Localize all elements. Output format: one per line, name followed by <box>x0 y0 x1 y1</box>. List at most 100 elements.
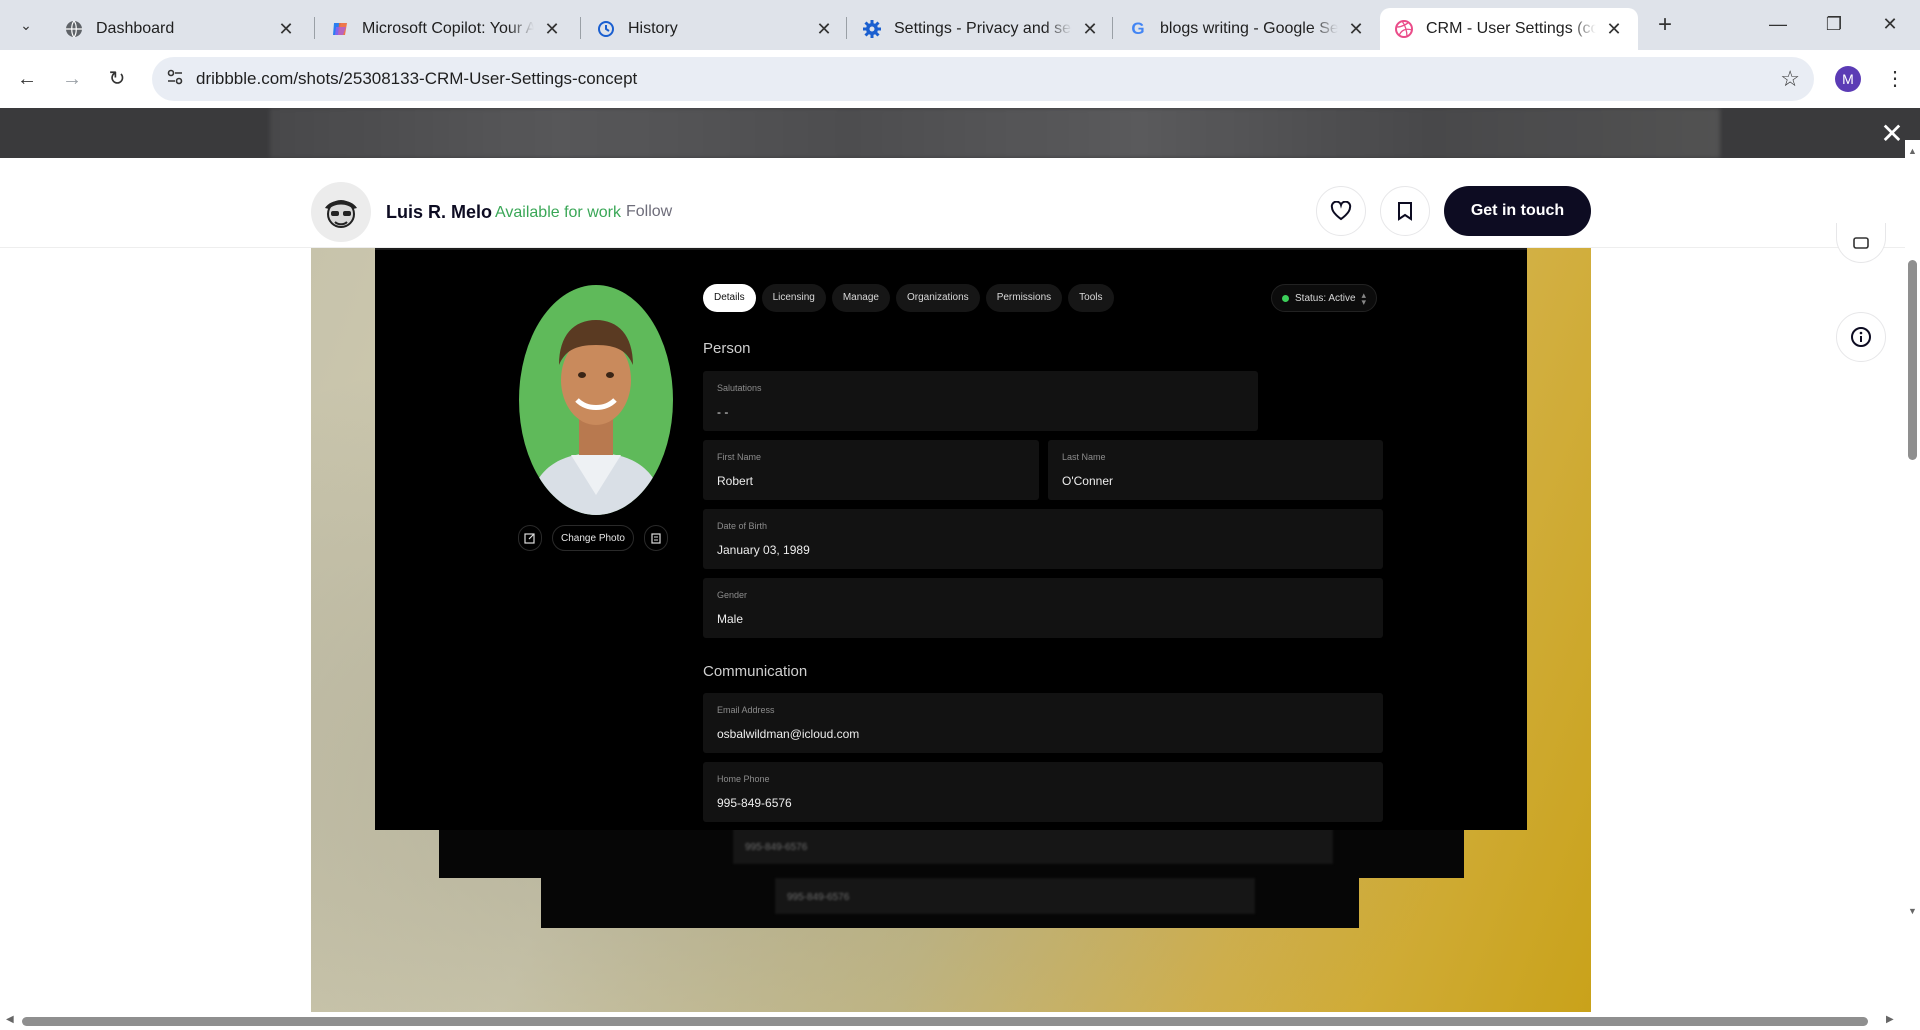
collections-button[interactable] <box>1836 223 1886 263</box>
field-value: January 03, 1989 <box>717 543 810 557</box>
section-title-person: Person <box>703 340 751 357</box>
bookmark-icon <box>1398 202 1412 221</box>
tab-crm-user-settings[interactable]: CRM - User Settings (concept) ✕ <box>1380 8 1638 50</box>
field-label: Last Name <box>1062 452 1106 462</box>
tab-strip: ⌄ Dashboard ✕ Microsoft Copilot: Your AI… <box>0 0 1920 50</box>
shot-details-button[interactable] <box>1836 312 1886 362</box>
back-icon[interactable]: ← <box>10 62 44 96</box>
close-tab-icon[interactable]: ✕ <box>1346 19 1366 39</box>
crm-tab-organizations[interactable]: Organizations <box>895 284 980 312</box>
scroll-down-icon[interactable]: ▼ <box>1907 906 1918 916</box>
bookmark-star-icon[interactable]: ☆ <box>1780 66 1800 92</box>
salutations-field[interactable]: Salutations - - <box>703 371 1258 431</box>
crm-tab-details[interactable]: Details <box>703 284 756 312</box>
tab-label: Settings - Privacy and security <box>894 20 1072 37</box>
modal-backdrop[interactable]: ✕ <box>0 108 1920 158</box>
address-bar[interactable]: dribbble.com/shots/25308133-CRM-User-Set… <box>152 57 1814 101</box>
close-tab-icon[interactable]: ✕ <box>542 19 562 39</box>
ghost-field-value: 995-849-6576 <box>787 892 850 903</box>
close-tab-icon[interactable]: ✕ <box>1604 19 1624 39</box>
designer-avatar[interactable] <box>311 182 371 242</box>
change-photo-button[interactable]: Change Photo <box>552 525 634 551</box>
profile-avatar[interactable]: M <box>1835 66 1861 92</box>
availability-badge[interactable]: Available for work <box>495 204 621 222</box>
status-select[interactable]: Status: Active ▴ ▾ <box>1271 284 1377 312</box>
scrollbar-thumb[interactable] <box>22 1017 1868 1026</box>
reload-icon[interactable]: ↻ <box>100 62 134 96</box>
gender-field[interactable]: Gender Male <box>703 578 1383 638</box>
close-icon[interactable]: ✕ <box>1878 120 1906 148</box>
shot-image: 995-849-6576 995-849-6576 Change Photo D… <box>311 248 1591 1018</box>
tab-search-chevron-icon[interactable]: ⌄ <box>12 12 40 38</box>
ghost-field: 995-849-6576 <box>733 828 1333 864</box>
like-button[interactable] <box>1316 186 1366 236</box>
field-value: O'Conner <box>1062 474 1113 488</box>
field-label: Gender <box>717 590 748 600</box>
chevron-updown-icon: ▴ ▾ <box>1361 290 1366 307</box>
follow-button[interactable]: Follow <box>626 203 672 221</box>
shot-header: Luis R. Melo Available for work Follow G… <box>0 158 1920 248</box>
google-icon: G <box>1131 19 1145 38</box>
stacked-card-back: 995-849-6576 <box>541 878 1359 928</box>
new-tab-button[interactable]: + <box>1650 10 1680 40</box>
status-dot <box>1282 294 1289 302</box>
url-text[interactable]: dribbble.com/shots/25308133-CRM-User-Set… <box>196 69 637 89</box>
status-label: Status: Active <box>1295 292 1356 304</box>
background-shot-preview <box>270 108 1720 158</box>
field-value: osbalwildman@icloud.com <box>717 727 860 741</box>
tab-history[interactable]: History ✕ <box>582 8 848 50</box>
crm-user-settings-card: Change Photo Details Licensing Manage Or… <box>375 248 1527 830</box>
field-value: Male <box>717 612 744 626</box>
close-window-icon[interactable]: ✕ <box>1862 0 1918 48</box>
browser-menu-icon[interactable]: ⋮ <box>1880 64 1910 94</box>
last-name-field[interactable]: Last Name O'Conner <box>1048 440 1383 500</box>
crm-tabs: Details Licensing Manage Organizations P… <box>703 284 1114 312</box>
tab-settings[interactable]: Settings - Privacy and security ✕ <box>848 8 1114 50</box>
scroll-right-icon[interactable]: ▶ <box>1886 1014 1894 1025</box>
close-tab-icon[interactable]: ✕ <box>1080 19 1100 39</box>
scrollbar-thumb[interactable] <box>1908 260 1917 460</box>
copilot-icon <box>330 19 350 39</box>
minimize-icon[interactable]: — <box>1750 0 1806 48</box>
field-label: Salutations <box>717 383 762 393</box>
user-photo <box>519 285 673 515</box>
tab-divider <box>1112 17 1113 39</box>
tab-label: CRM - User Settings (concept) <box>1426 20 1596 37</box>
get-in-touch-button[interactable]: Get in touch <box>1444 186 1591 236</box>
page: ✕ Luis R. Melo Available for work Follow… <box>0 108 1920 1030</box>
tab-label: Microsoft Copilot: Your AI companion <box>362 20 534 37</box>
site-info-icon[interactable] <box>164 68 186 90</box>
delete-photo-button[interactable] <box>644 525 668 551</box>
restore-icon[interactable]: ❐ <box>1806 0 1862 48</box>
trash-icon <box>651 533 661 544</box>
crm-tab-manage[interactable]: Manage <box>831 284 890 312</box>
designer-name[interactable]: Luis R. Melo <box>386 202 492 223</box>
date-of-birth-field[interactable]: Date of Birth January 03, 1989 <box>703 509 1383 569</box>
horizontal-scrollbar[interactable]: ◀ ▶ <box>0 1012 1920 1030</box>
edit-photo-button[interactable] <box>518 525 542 551</box>
crm-tab-tools[interactable]: Tools <box>1068 284 1114 312</box>
email-field[interactable]: Email Address osbalwildman@icloud.com <box>703 693 1383 753</box>
forward-icon[interactable]: → <box>55 62 89 96</box>
close-tab-icon[interactable]: ✕ <box>814 19 834 39</box>
crm-tab-permissions[interactable]: Permissions <box>985 284 1063 312</box>
tab-google-search[interactable]: G blogs writing - Google Search ✕ <box>1114 8 1380 50</box>
scroll-up-icon[interactable]: ▲ <box>1907 146 1918 156</box>
gear-icon <box>862 19 882 39</box>
tab-label: blogs writing - Google Search <box>1160 20 1338 37</box>
first-name-field[interactable]: First Name Robert <box>703 440 1039 500</box>
field-value: Robert <box>717 474 754 488</box>
tab-copilot[interactable]: Microsoft Copilot: Your AI companion ✕ <box>316 8 576 50</box>
scroll-left-icon[interactable]: ◀ <box>6 1014 14 1025</box>
info-icon <box>1851 327 1871 347</box>
dribbble-icon <box>1394 19 1414 39</box>
close-tab-icon[interactable]: ✕ <box>276 19 296 39</box>
tab-dashboard[interactable]: Dashboard ✕ <box>50 8 310 50</box>
crm-tab-licensing[interactable]: Licensing <box>761 284 826 312</box>
save-button[interactable] <box>1380 186 1430 236</box>
browser-toolbar: ← → ↻ dribbble.com/shots/25308133-CRM-Us… <box>0 50 1920 108</box>
edit-icon <box>524 533 535 544</box>
home-phone-field[interactable]: Home Phone 995-849-6576 <box>703 762 1383 822</box>
vertical-scrollbar[interactable]: ▲ ▼ <box>1905 140 1920 922</box>
field-label: Email Address <box>717 705 775 715</box>
